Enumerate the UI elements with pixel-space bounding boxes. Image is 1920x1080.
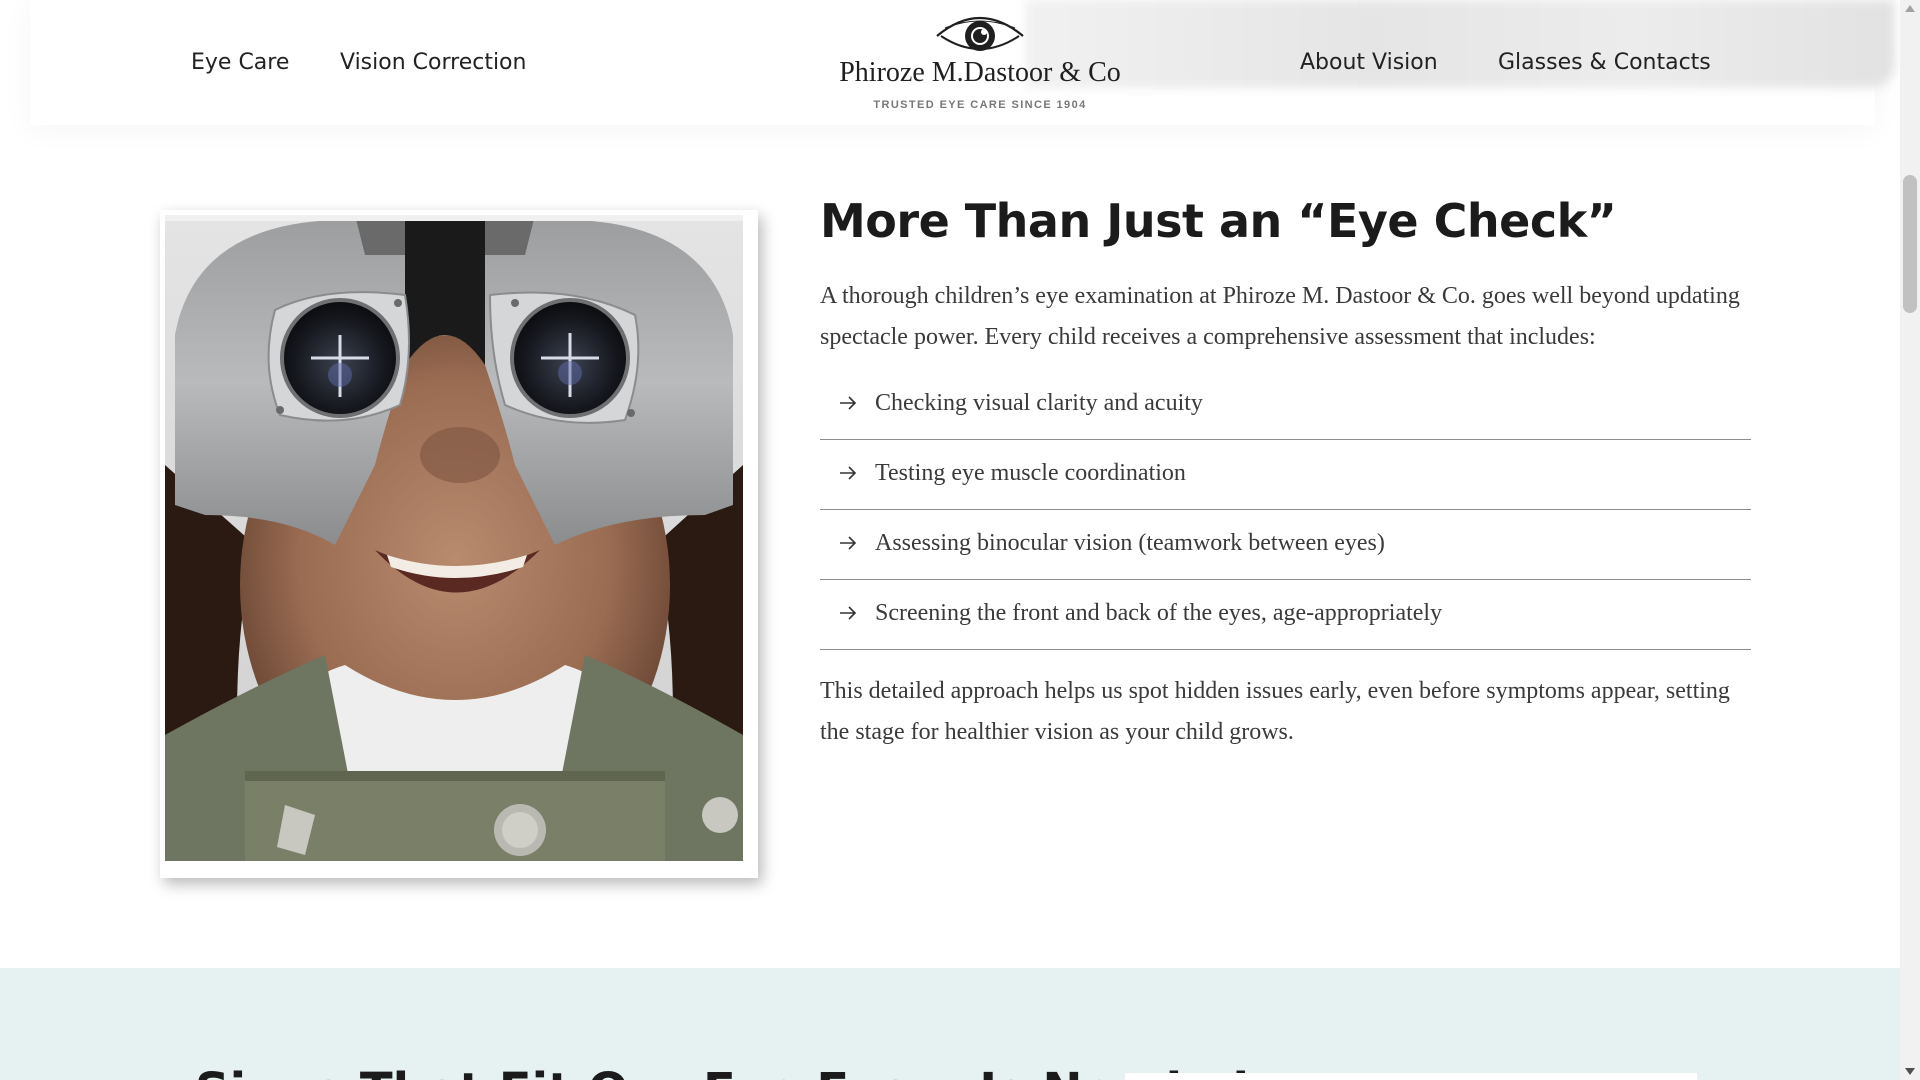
page-scrollbar[interactable] (1900, 0, 1920, 1080)
arrow-right-icon (840, 396, 857, 410)
section-heading: More Than Just an “Eye Check” (820, 194, 1617, 248)
list-item-text: Screening the front and back of the eyes… (875, 599, 1443, 626)
list-item-text: Testing eye muscle coordination (875, 459, 1186, 486)
photo-frame (160, 210, 758, 878)
list-item: Assessing binocular vision (teamwork bet… (820, 510, 1751, 580)
list-item-text: Assessing binocular vision (teamwork bet… (875, 529, 1385, 556)
logo-name: Phiroze M.Dastoor & Co (839, 57, 1121, 88)
logo-tagline: TRUSTED EYE CARE SINCE 1904 (873, 99, 1087, 111)
nav-link-eye-care[interactable]: Eye Care (191, 52, 289, 74)
child-eye-exam-illustration (165, 215, 743, 861)
assessment-checklist: Checking visual clarity and acuity Testi… (820, 370, 1751, 650)
nav-link-vision-correction[interactable]: Vision Correction (340, 52, 526, 74)
list-item: Testing eye muscle coordination (820, 440, 1751, 510)
list-item: Checking visual clarity and acuity (820, 370, 1751, 440)
child-eye-exam-photo (165, 215, 743, 861)
next-section-heading: Signs That Fit Our Eye Exam Is Needed (195, 1067, 1249, 1080)
scroll-up-icon[interactable] (1905, 5, 1915, 12)
arrow-right-icon (840, 606, 857, 620)
scroll-down-icon[interactable] (1905, 1068, 1915, 1075)
intro-paragraph: A thorough children’s eye examination at… (820, 283, 1740, 350)
list-item: Screening the front and back of the eyes… (820, 580, 1751, 650)
nav-link-glasses-contacts[interactable]: Glasses & Contacts (1498, 52, 1711, 74)
site-logo[interactable]: Phiroze M.Dastoor & Co TRUSTED EYE CARE … (810, 8, 1150, 118)
scrollbar-thumb[interactable] (1903, 175, 1917, 313)
next-section-card (1125, 1073, 1697, 1080)
eye-logo-icon (936, 17, 1024, 51)
next-section: Signs That Fit Our Eye Exam Is Needed (0, 968, 1900, 1080)
arrow-right-icon (840, 536, 857, 550)
site-header: Eye Care Vision Correction Phiroze M.Das… (30, 0, 1895, 125)
list-item-text: Checking visual clarity and acuity (875, 389, 1203, 416)
header-background-image (1025, 0, 1895, 88)
outro-paragraph: This detailed approach helps us spot hid… (820, 678, 1730, 745)
arrow-right-icon (840, 466, 857, 480)
nav-link-about-vision[interactable]: About Vision (1300, 52, 1438, 74)
